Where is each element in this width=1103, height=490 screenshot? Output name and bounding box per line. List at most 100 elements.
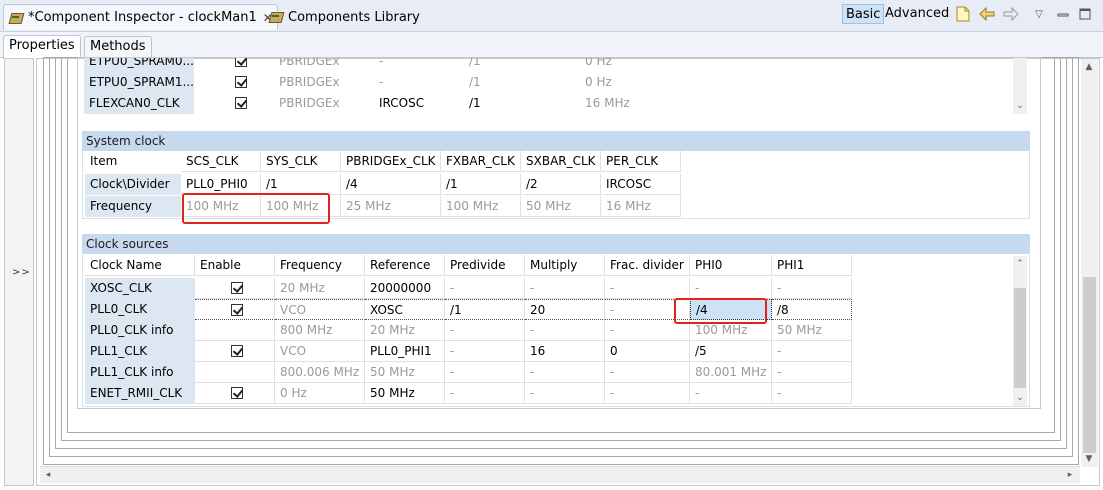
table-cell: - xyxy=(772,278,852,299)
table-cell: 16 MHz xyxy=(601,196,681,217)
table-cell: 100 MHz xyxy=(690,320,772,341)
peripheral-clock-table: ETPU0_SPRAM0... PBRIDGEx - /1 0 Hz ETPU0… xyxy=(84,58,1030,118)
expand-panel-icon[interactable]: >> xyxy=(12,267,31,278)
table-cell[interactable]: 20000000 xyxy=(365,278,445,299)
new-page-icon[interactable] xyxy=(954,5,972,23)
table-cell[interactable]: /2 xyxy=(521,174,601,195)
table-cell[interactable]: VCO xyxy=(275,341,365,362)
table-cell[interactable]: /1 xyxy=(445,299,525,320)
table-cell: 20 MHz xyxy=(365,320,445,341)
scroll-right-icon[interactable]: ▸ xyxy=(1064,469,1076,481)
table-row-checkbox[interactable] xyxy=(230,93,260,114)
row-header: PLL0_CLK xyxy=(85,299,195,320)
table-cell: 25 MHz xyxy=(341,196,441,217)
scroll-up-icon[interactable]: ⌃ xyxy=(1014,258,1026,270)
table-cell[interactable]: - xyxy=(445,341,525,362)
table-cell: 0 Hz xyxy=(585,75,612,89)
table-cell: 100 MHz xyxy=(181,196,261,217)
column-header: PER_CLK xyxy=(601,151,681,172)
table-cell[interactable]: 16 xyxy=(525,341,605,362)
table-cell[interactable]: PLL0_PHI0 xyxy=(181,174,261,195)
table-cell: 100 MHz xyxy=(441,196,521,217)
checkbox-checked-icon[interactable] xyxy=(231,345,243,357)
table-cell[interactable]: 50 MHz xyxy=(365,383,445,404)
scrollbar-thumb[interactable] xyxy=(1014,288,1026,388)
collapsed-panel-strip[interactable]: >> xyxy=(4,58,34,486)
table-cell[interactable]: - xyxy=(605,299,690,320)
table-cell[interactable]: /8 xyxy=(772,299,852,320)
system-clock-header: System clock xyxy=(82,131,1030,151)
scroll-up-icon[interactable]: ▲ xyxy=(1083,61,1095,73)
column-header: Reference xyxy=(365,255,445,276)
tab-methods[interactable]: Methods xyxy=(84,36,152,58)
table-cell: - xyxy=(445,278,525,299)
table-cell[interactable]: XOSC xyxy=(365,299,445,320)
scroll-down-icon[interactable]: ⌄ xyxy=(1014,100,1026,112)
back-arrow-icon[interactable] xyxy=(978,5,996,23)
table-cell[interactable]: /4 xyxy=(341,174,441,195)
table-row-checkbox[interactable] xyxy=(230,58,260,72)
tab-properties[interactable]: Properties xyxy=(3,35,81,59)
view-menu-icon[interactable]: ▽ xyxy=(1030,5,1048,23)
table-cell[interactable]: - xyxy=(772,341,852,362)
checkbox-checked-icon[interactable] xyxy=(231,304,243,316)
enable-checkbox[interactable] xyxy=(195,341,275,362)
row-header: XOSC_CLK xyxy=(85,278,195,299)
table-cell: - xyxy=(379,58,384,68)
table-cell: - xyxy=(525,383,605,404)
tab-components-library[interactable]: Components Library xyxy=(264,4,424,30)
main-horizontal-scrollbar[interactable]: ◂ ▸ xyxy=(40,466,1080,483)
advanced-mode-button[interactable]: Advanced xyxy=(882,4,952,24)
row-header: Clock\Divider xyxy=(85,174,181,195)
scroll-left-icon[interactable]: ◂ xyxy=(42,469,54,481)
table-cell: - xyxy=(379,75,384,89)
scrollbar-thumb[interactable] xyxy=(1083,277,1096,453)
table-row-checkbox[interactable] xyxy=(230,72,260,93)
table-cell: - xyxy=(772,362,852,383)
enable-checkbox[interactable] xyxy=(195,278,275,299)
table-cell[interactable]: 20 xyxy=(525,299,605,320)
table-cell[interactable]: 0 xyxy=(605,341,690,362)
row-header: PLL1_CLK xyxy=(85,341,195,362)
row-header: ENET_RMII_CLK xyxy=(85,383,195,404)
tab-label: Components Library xyxy=(288,9,420,25)
checkbox-checked-icon[interactable] xyxy=(235,58,247,67)
table-cell xyxy=(195,362,275,383)
table-cell[interactable]: VCO xyxy=(275,299,365,320)
enable-checkbox[interactable] xyxy=(195,299,275,320)
minimize-icon[interactable] xyxy=(1054,5,1072,23)
forward-arrow-icon[interactable] xyxy=(1002,5,1020,23)
table-cell: 16 MHz xyxy=(585,96,630,110)
table-cell[interactable]: /1 xyxy=(261,174,341,195)
selected-phi0-cell[interactable]: /4 xyxy=(690,299,772,320)
scroll-down-icon[interactable]: ⌄ xyxy=(1014,392,1026,404)
basic-mode-button[interactable]: Basic xyxy=(842,4,885,24)
maximize-icon[interactable] xyxy=(1076,5,1094,23)
table-cell[interactable]: PLL0_PHI1 xyxy=(365,341,445,362)
scroll-down-icon[interactable]: ▼ xyxy=(1083,453,1095,465)
clock-sources-header: Clock sources xyxy=(82,234,1030,254)
column-header: Frequency xyxy=(275,255,365,276)
column-header: Item xyxy=(90,154,118,168)
column-header: FXBAR_CLK xyxy=(441,151,521,172)
checkbox-checked-icon[interactable] xyxy=(231,387,243,399)
checkbox-checked-icon[interactable] xyxy=(235,97,247,109)
clock-sources-scrollbar[interactable]: ⌃ ⌄ xyxy=(1013,256,1027,406)
table-cell: PBRIDGEx xyxy=(279,96,340,110)
column-header: Enable xyxy=(195,255,275,276)
table-cell[interactable]: IRCOSC xyxy=(601,174,681,195)
table-cell: - xyxy=(690,278,772,299)
table-cell: - xyxy=(690,383,772,404)
table-cell[interactable]: /5 xyxy=(690,341,772,362)
checkbox-checked-icon[interactable] xyxy=(231,282,243,294)
table-row-name: ETPU0_SPRAM0... xyxy=(84,58,194,72)
table-cell[interactable]: /1 xyxy=(441,174,521,195)
main-vertical-scrollbar[interactable]: ▲ ▼ xyxy=(1081,59,1098,467)
checkbox-checked-icon[interactable] xyxy=(235,76,247,88)
tab-component-inspector[interactable]: *Component Inspector - clockMan1 ✕ xyxy=(3,4,278,30)
table-cell: - xyxy=(605,383,690,404)
table-cell: PBRIDGEx xyxy=(279,58,340,68)
table-cell: - xyxy=(772,383,852,404)
enable-checkbox[interactable] xyxy=(195,383,275,404)
table-vertical-scrollbar[interactable]: ⌄ xyxy=(1013,58,1027,114)
